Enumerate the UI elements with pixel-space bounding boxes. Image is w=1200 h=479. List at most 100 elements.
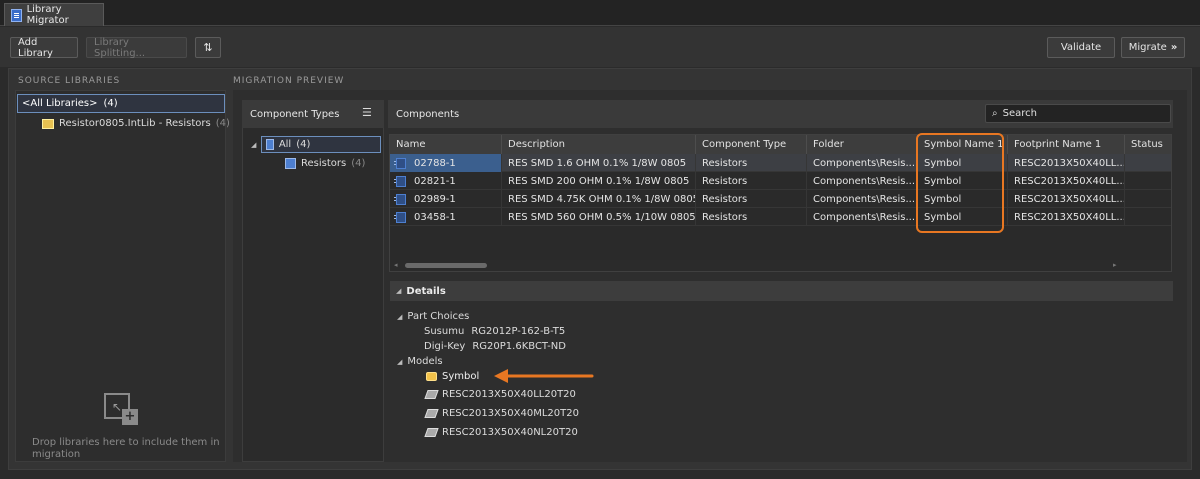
model-label: RESC2013X50X40ML20T20 bbox=[442, 408, 579, 419]
arrow-annotation-icon bbox=[494, 369, 594, 383]
swap-arrows-icon: ⇅ bbox=[203, 41, 213, 54]
type-resistors-item[interactable]: Resistors (4) bbox=[285, 158, 365, 169]
row-name-text: 02989-1 bbox=[414, 193, 456, 205]
symbol-icon bbox=[426, 372, 437, 381]
cell-name: 02788-1 bbox=[390, 154, 502, 172]
cell-type: Resistors bbox=[696, 190, 807, 208]
column-header-description[interactable]: Description bbox=[502, 135, 696, 154]
footprint-icon bbox=[424, 409, 439, 418]
collapse-triangle-icon: ◢ bbox=[396, 287, 402, 295]
footprint-icon bbox=[424, 390, 439, 399]
cell-folder: Components\Resis... bbox=[807, 154, 918, 172]
tab-library-migrator[interactable]: Library Migrator bbox=[4, 3, 104, 26]
search-input[interactable]: ⌕ Search bbox=[985, 104, 1171, 123]
all-libraries-item[interactable]: <All Libraries> (4) bbox=[17, 94, 225, 113]
all-libraries-count: (4) bbox=[103, 98, 118, 109]
cell-type: Resistors bbox=[696, 154, 807, 172]
components-label: Components bbox=[396, 108, 460, 120]
cell-type: Resistors bbox=[696, 208, 807, 226]
models-node[interactable]: ◢ Models bbox=[397, 356, 443, 367]
column-header-name[interactable]: Name bbox=[390, 135, 502, 154]
table-row[interactable]: 03458-1 RES SMD 560 OHM 0.5% 1/10W 0805 … bbox=[390, 208, 1171, 226]
all-libraries-label: <All Libraries> bbox=[22, 98, 98, 109]
model-item[interactable]: RESC2013X50X40NL20T20 bbox=[424, 427, 578, 438]
type-all-count: (4) bbox=[296, 139, 311, 150]
table-row[interactable]: 02788-1 RES SMD 1.6 OHM 0.1% 1/8W 0805 R… bbox=[390, 154, 1171, 172]
cell-description: RES SMD 200 OHM 0.1% 1/8W 0805 bbox=[502, 172, 696, 190]
cell-name: 03458-1 bbox=[390, 208, 502, 226]
model-label: RESC2013X50X40NL20T20 bbox=[442, 427, 578, 438]
expand-triangle-icon: ◢ bbox=[251, 140, 257, 149]
components-table: Name Description Component Type Folder S… bbox=[389, 134, 1172, 272]
migrate-button[interactable]: Migrate » bbox=[1121, 37, 1185, 58]
library-icon bbox=[42, 118, 54, 129]
model-item[interactable]: RESC2013X50X40LL20T20 bbox=[424, 389, 576, 400]
scroll-right-icon[interactable]: ▸ bbox=[1113, 261, 1117, 269]
type-resistors-count: (4) bbox=[351, 158, 366, 169]
library-count: (4) bbox=[215, 118, 230, 129]
source-libraries-title: SOURCE LIBRARIES bbox=[18, 76, 121, 86]
type-all-row[interactable]: All (4) bbox=[261, 136, 382, 153]
models-label: Models bbox=[407, 356, 443, 367]
model-item[interactable]: RESC2013X50X40ML20T20 bbox=[424, 408, 579, 419]
refresh-button[interactable]: ⇅ bbox=[195, 37, 221, 58]
footprint-icon bbox=[424, 428, 439, 437]
library-splitting-button[interactable]: Library Splitting... bbox=[86, 37, 187, 59]
cell-status bbox=[1125, 190, 1171, 208]
component-icon bbox=[394, 193, 406, 205]
tab-label: Library Migrator bbox=[26, 4, 69, 26]
add-library-button[interactable]: Add Library bbox=[10, 37, 78, 59]
component-icon bbox=[394, 211, 406, 223]
model-item[interactable]: Symbol bbox=[426, 371, 479, 382]
component-type-icon bbox=[266, 139, 274, 150]
cell-description: RES SMD 4.75K OHM 0.1% 1/8W 0805 bbox=[502, 190, 696, 208]
source-library-item[interactable]: Resistor0805.IntLib - Resistors (4) bbox=[42, 118, 230, 129]
cell-footprint: RESC2013X50X40LL... bbox=[1008, 208, 1125, 226]
tree-view-icon[interactable]: ☰ bbox=[362, 107, 374, 120]
cell-name: 02821-1 bbox=[390, 172, 502, 190]
library-name: Resistor0805.IntLib - Resistors bbox=[59, 118, 211, 129]
cell-name: 02989-1 bbox=[390, 190, 502, 208]
cell-description: RES SMD 1.6 OHM 0.1% 1/8W 0805 bbox=[502, 154, 696, 172]
supplier-part: RG2012P-162-B-T5 bbox=[471, 326, 566, 337]
component-icon bbox=[394, 157, 406, 169]
add-library-drop-icon: ↖ + bbox=[104, 393, 140, 427]
horizontal-scrollbar[interactable]: ◂ ▸ bbox=[390, 260, 1171, 271]
scroll-left-icon[interactable]: ◂ bbox=[394, 261, 398, 269]
part-choice-item: Digi-Key RG20P1.6KBCT-ND bbox=[424, 341, 566, 352]
double-chevron-right-icon: » bbox=[1170, 42, 1178, 53]
supplier-name: Digi-Key bbox=[424, 341, 466, 352]
part-choices-node[interactable]: ◢ Part Choices bbox=[397, 311, 469, 322]
scrollbar-thumb[interactable] bbox=[405, 263, 487, 268]
migration-preview-title: MIGRATION PREVIEW bbox=[233, 76, 345, 86]
cell-folder: Components\Resis... bbox=[807, 172, 918, 190]
component-icon bbox=[394, 175, 406, 187]
type-all-item[interactable]: ◢ All (4) bbox=[251, 136, 382, 153]
cell-footprint: RESC2013X50X40LL... bbox=[1008, 172, 1125, 190]
cell-status bbox=[1125, 172, 1171, 190]
row-name-text: 02788-1 bbox=[414, 157, 456, 169]
column-header-folder[interactable]: Folder bbox=[807, 135, 918, 154]
validate-button[interactable]: Validate bbox=[1047, 37, 1115, 58]
row-name-text: 02821-1 bbox=[414, 175, 456, 187]
component-types-panel bbox=[242, 100, 384, 462]
column-header-status[interactable]: Status bbox=[1125, 135, 1171, 154]
row-name-text: 03458-1 bbox=[414, 211, 456, 223]
component-type-icon bbox=[285, 158, 296, 169]
details-label: Details bbox=[406, 285, 446, 297]
search-placeholder: Search bbox=[1002, 108, 1037, 119]
table-row[interactable]: 02821-1 RES SMD 200 OHM 0.1% 1/8W 0805 R… bbox=[390, 172, 1171, 190]
type-resistors-label: Resistors bbox=[301, 158, 347, 169]
model-label: Symbol bbox=[442, 371, 480, 382]
cell-folder: Components\Resis... bbox=[807, 208, 918, 226]
part-choice-item: Susumu RG2012P-162-B-T5 bbox=[424, 326, 565, 337]
details-header[interactable]: ◢ Details bbox=[390, 281, 1173, 301]
component-types-label: Component Types bbox=[250, 108, 340, 120]
cell-footprint: RESC2013X50X40LL... bbox=[1008, 190, 1125, 208]
cell-type: Resistors bbox=[696, 172, 807, 190]
column-header-component-type[interactable]: Component Type bbox=[696, 135, 807, 154]
column-header-footprint-name[interactable]: Footprint Name 1 bbox=[1008, 135, 1125, 154]
cell-footprint: RESC2013X50X40LL... bbox=[1008, 154, 1125, 172]
table-row[interactable]: 02989-1 RES SMD 4.75K OHM 0.1% 1/8W 0805… bbox=[390, 190, 1171, 208]
tab-bar bbox=[0, 0, 1200, 26]
